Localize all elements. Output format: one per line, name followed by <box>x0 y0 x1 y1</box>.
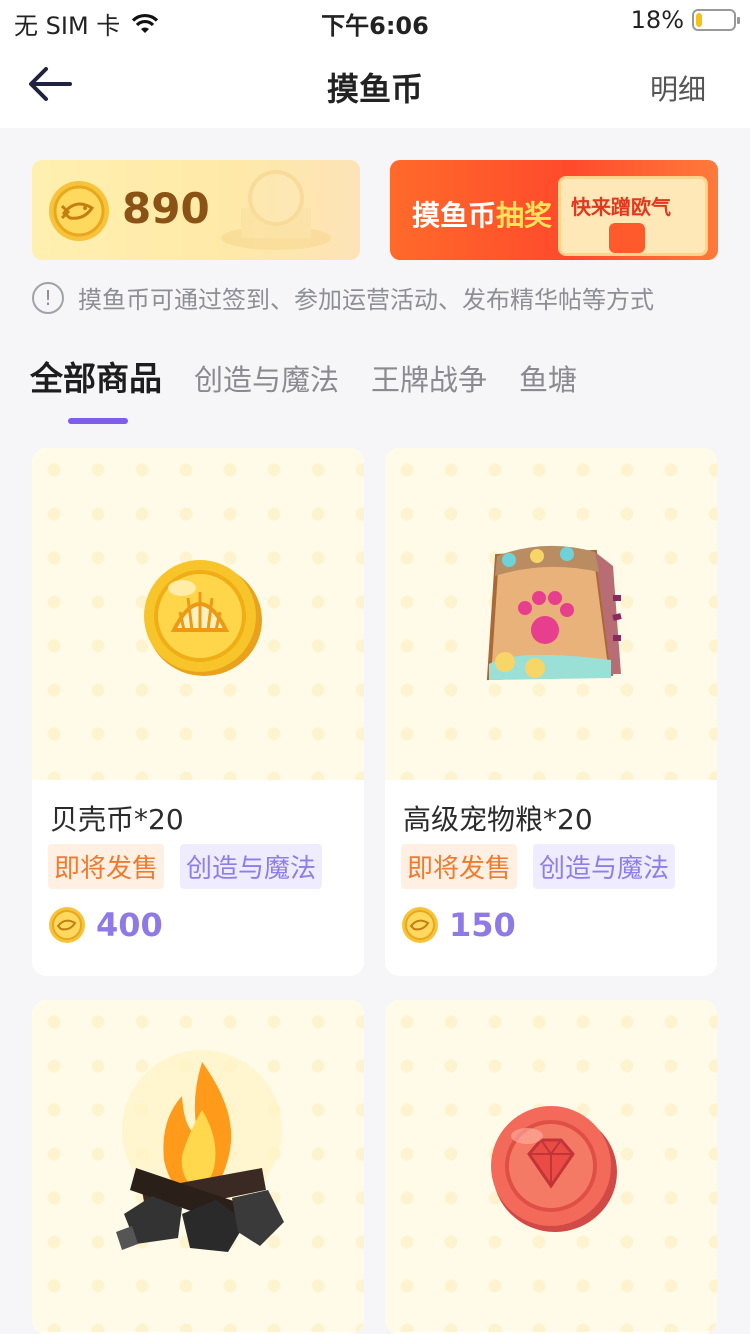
product-name: 高级宠物粮*20 <box>403 803 593 836</box>
coin-info: ! 摸鱼币可通过签到、参加运营活动、发布精华帖等方式 <box>32 280 654 315</box>
tag-game: 创造与魔法 <box>180 844 323 889</box>
tab-all-products[interactable]: 全部商品 <box>30 352 162 400</box>
tag-coming-soon: 即将发售 <box>401 844 518 889</box>
tag-game: 创造与魔法 <box>533 844 676 889</box>
price-row: 400 <box>48 906 163 944</box>
campfire-icon <box>116 1050 284 1252</box>
product-tags: 即将发售 创造与魔法 <box>401 844 676 889</box>
lottery-button-box[interactable]: 快来蹭欧气 <box>558 176 708 256</box>
product-tags: 即将发售 创造与魔法 <box>48 844 323 889</box>
battery-icon <box>692 9 740 31</box>
gift-icon <box>609 223 645 253</box>
lottery-title: 摸鱼币抽奖 <box>412 194 552 234</box>
product-card[interactable] <box>32 1000 364 1334</box>
lottery-button-label: 快来蹭欧气 <box>571 195 671 219</box>
coin-balance-card[interactable]: 890 <box>32 160 360 260</box>
fish-coin-icon <box>49 181 109 241</box>
product-price: 150 <box>449 906 516 944</box>
battery-level-fill <box>696 13 702 27</box>
active-tab-indicator <box>68 418 128 424</box>
page-title: 摸鱼币 <box>326 70 423 108</box>
lottery-title-part2: 抽奖 <box>496 199 553 232</box>
pet-food-bag-icon <box>486 545 622 681</box>
lottery-banner[interactable]: 摸鱼币抽奖 快来蹭欧气 <box>390 160 718 260</box>
product-card[interactable] <box>385 1000 717 1334</box>
product-image-area <box>385 1000 717 1332</box>
coin-balance-value: 890 <box>122 184 210 233</box>
navigation-bar: 摸鱼币 明细 <box>0 40 750 128</box>
shell-coin-icon <box>144 560 262 676</box>
fish-coin-icon <box>402 907 438 943</box>
price-row: 150 <box>401 906 516 944</box>
lottery-title-part1: 摸鱼币 <box>412 199 497 232</box>
battery-percent: 18% <box>630 6 684 34</box>
info-icon: ! <box>32 281 64 314</box>
status-right: 18% <box>630 6 740 34</box>
product-price: 400 <box>96 906 163 944</box>
product-image-area <box>32 448 364 780</box>
status-bar: 无 SIM 卡 下午6:06 18% <box>0 0 750 40</box>
product-card[interactable]: 高级宠物粮*20 即将发售 创造与魔法 150 <box>385 448 717 976</box>
tag-coming-soon: 即将发售 <box>48 844 165 889</box>
tab-ace-war[interactable]: 王牌战争 <box>371 357 487 399</box>
details-link[interactable]: 明细 <box>650 68 706 108</box>
coin-info-text: 摸鱼币可通过签到、参加运营活动、发布精华帖等方式 <box>78 286 654 314</box>
product-image-area <box>32 1000 364 1332</box>
product-image-area <box>385 448 717 780</box>
product-card[interactable]: 贝壳币*20 即将发售 创造与魔法 400 <box>32 448 364 976</box>
tab-fish-pond[interactable]: 鱼塘 <box>519 357 577 399</box>
red-gem-coin-icon <box>491 1106 617 1232</box>
product-name: 贝壳币*20 <box>50 803 184 836</box>
category-tabs: 全部商品 创造与魔法 王牌战争 鱼塘 <box>30 352 577 400</box>
podium-decoration-icon <box>221 170 331 250</box>
tab-create-magic[interactable]: 创造与魔法 <box>194 357 339 399</box>
fish-coin-icon <box>49 907 85 943</box>
